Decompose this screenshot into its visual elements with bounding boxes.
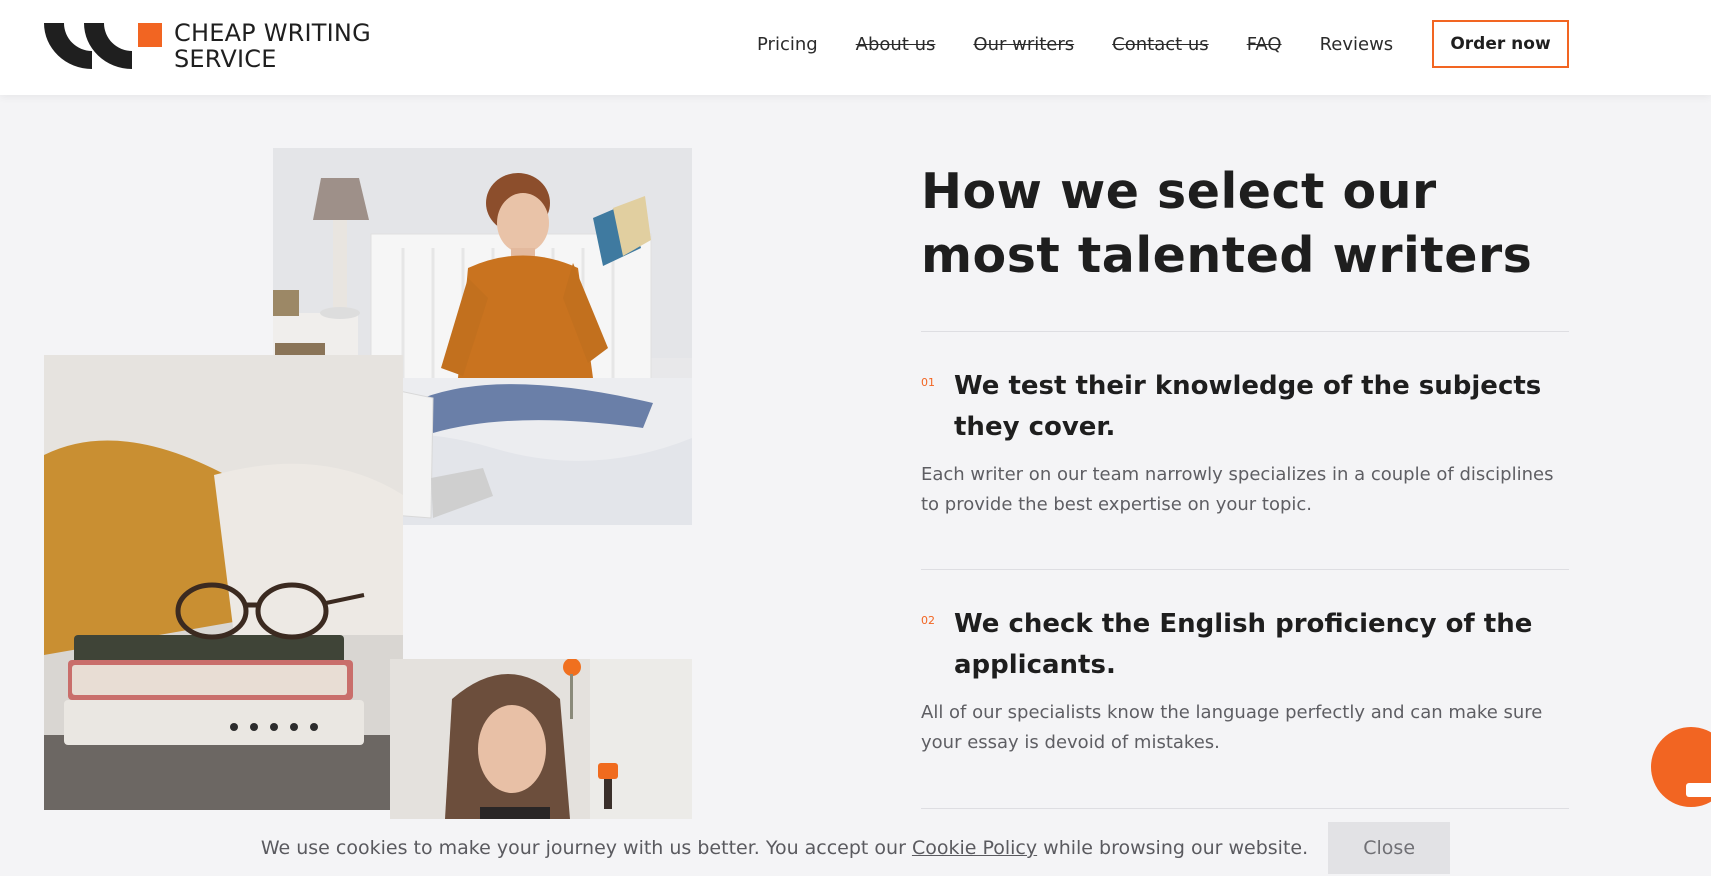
cookie-message: We use cookies to make your journey with…	[261, 837, 1308, 859]
logo[interactable]: CHEAP WRITING SERVICE	[44, 20, 371, 72]
cookie-close-button[interactable]: Close	[1328, 822, 1451, 874]
step-number: 02	[921, 614, 935, 627]
step-description: Each writer on our team narrowly special…	[921, 464, 1554, 515]
writer-selection-section: How we select our most talented writers …	[921, 160, 1569, 809]
writer-photo-portrait	[390, 659, 692, 819]
divider	[921, 569, 1569, 570]
main-nav: Pricing About us Our writers Contact us …	[757, 20, 1431, 68]
step-description: All of our specialists know the language…	[921, 702, 1543, 753]
section-heading: How we select our most talented writers	[921, 163, 1533, 284]
order-now-button[interactable]: Order now	[1432, 20, 1569, 68]
divider	[921, 331, 1569, 332]
selection-step-2: 02 We check the English proficiency of t…	[921, 604, 1569, 758]
cookie-banner: We use cookies to make your journey with…	[0, 820, 1711, 876]
step-number: 01	[921, 376, 935, 389]
nav-pricing[interactable]: Pricing	[757, 34, 818, 55]
logo-text: CHEAP WRITING SERVICE	[174, 20, 371, 72]
nav-contact-us[interactable]: Contact us	[1112, 34, 1209, 55]
cookie-text-after: while browsing our website.	[1037, 837, 1309, 859]
chat-bubble-icon	[1686, 783, 1711, 797]
nav-our-writers[interactable]: Our writers	[973, 34, 1074, 55]
cookie-policy-link[interactable]: Cookie Policy	[912, 837, 1037, 859]
step-title: We test their knowledge of the subjects …	[954, 371, 1542, 442]
step-title: We check the English proficiency of the …	[954, 609, 1533, 680]
logo-line-2: SERVICE	[174, 45, 277, 73]
cookie-text-before: We use cookies to make your journey with…	[260, 837, 912, 859]
nav-reviews[interactable]: Reviews	[1320, 34, 1394, 55]
nav-faq[interactable]: FAQ	[1247, 34, 1282, 55]
selection-step-1: 01 We test their knowledge of the subjec…	[921, 366, 1569, 520]
books-glasses-photo	[44, 355, 403, 810]
logo-mark-icon	[44, 23, 162, 69]
chat-widget-button[interactable]	[1651, 727, 1711, 807]
site-header: CHEAP WRITING SERVICE Pricing About us O…	[0, 0, 1711, 95]
logo-line-1: CHEAP WRITING	[174, 19, 371, 47]
divider	[921, 808, 1569, 809]
nav-about-us[interactable]: About us	[856, 34, 936, 55]
